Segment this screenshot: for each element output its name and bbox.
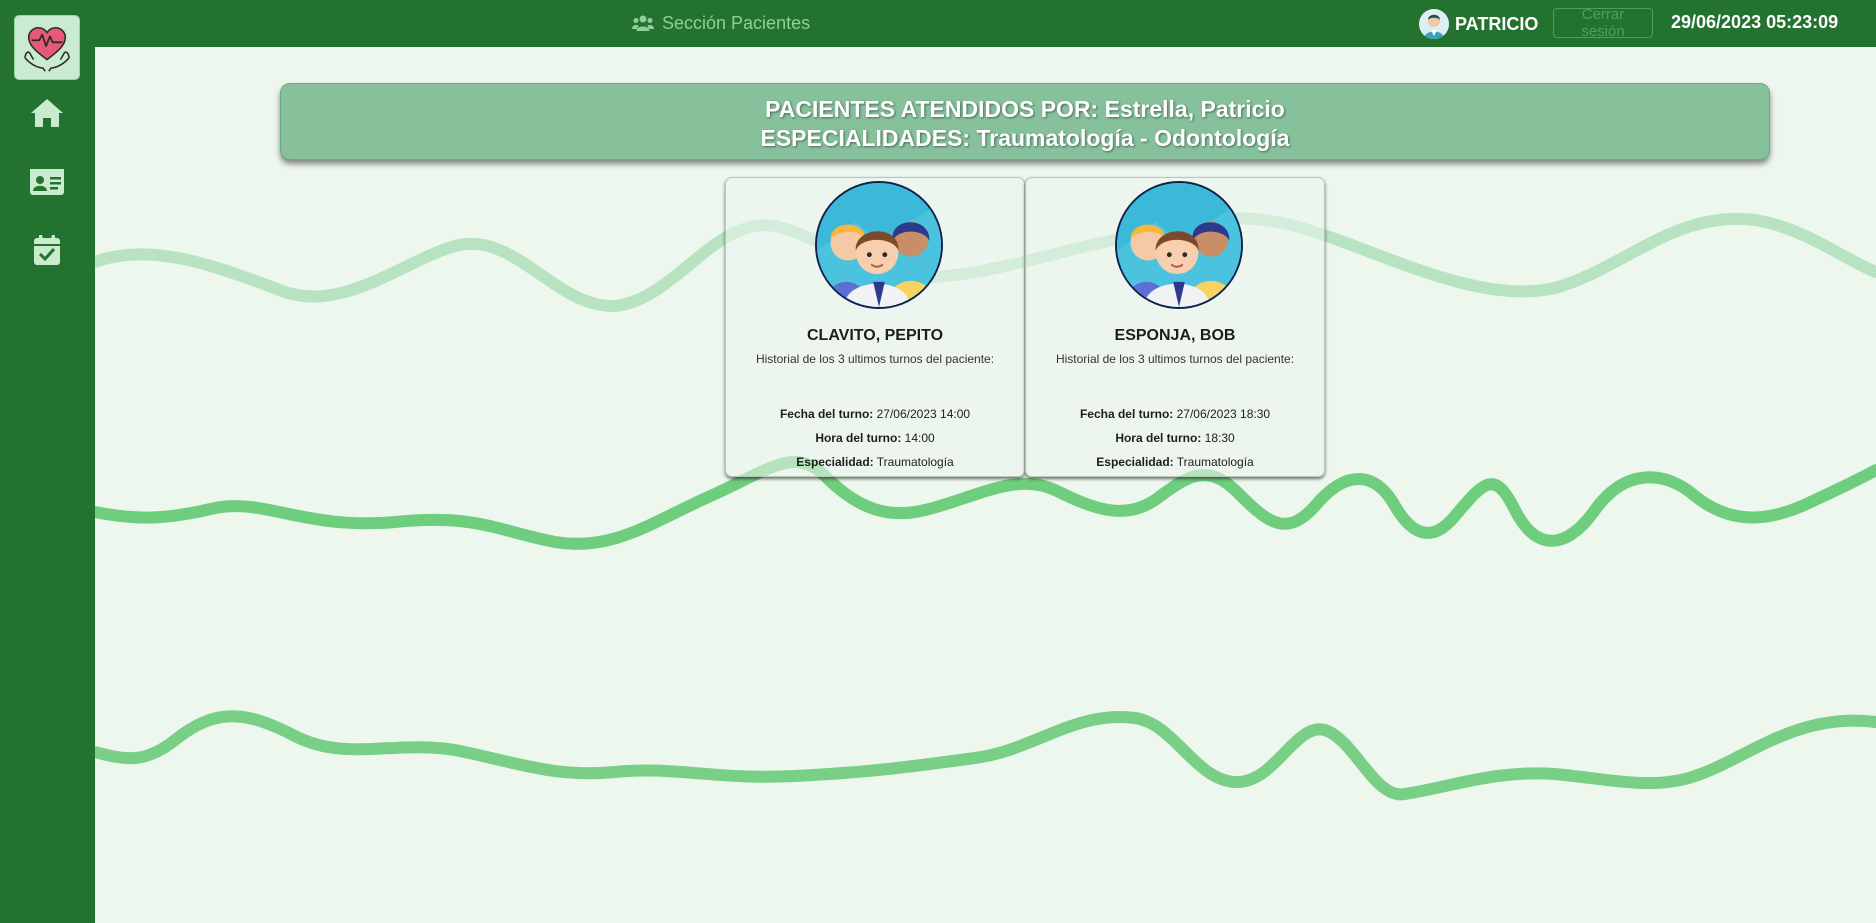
users-icon (632, 15, 654, 31)
doctor-header-card: PACIENTES ATENDIDOS POR: Estrella, Patri… (280, 83, 1770, 160)
heart-hands-logo-icon[interactable] (14, 15, 80, 80)
appointment-time: Hora del turno: 14:00 (726, 431, 1024, 445)
patient-name: CLAVITO, PEPITO (806, 327, 944, 344)
user-info: PATRICIO (1419, 8, 1538, 40)
date-label: Fecha del turno: (779, 407, 874, 421)
time-label: Hora del turno: (1115, 431, 1202, 445)
user-name: PATRICIO (1455, 13, 1539, 34)
section-title: Sección Pacientes (632, 12, 810, 34)
time-label: Hora del turno: (815, 431, 902, 445)
patient-name: ESPONJA, BOB (1114, 327, 1236, 344)
id-card-icon[interactable] (29, 166, 65, 198)
appointment-specialty: Especialidad: Traumatología (1026, 455, 1324, 469)
specialty-label: Especialidad: (1096, 455, 1174, 469)
date-value: 27/06/2023 14:00 (876, 407, 971, 421)
section-label: Sección Pacientes (662, 12, 811, 33)
specialty-label: Especialidad: (796, 455, 874, 469)
appointment-date: Fecha del turno: 27/06/2023 18:30 (1026, 407, 1324, 421)
wave-low (95, 710, 1876, 801)
time-value: 14:00 (904, 431, 935, 445)
time-value: 18:30 (1204, 431, 1235, 445)
current-datetime: 29/06/2023 05:23:09 (1671, 12, 1839, 32)
history-label: Historial de los 3 ultimos turnos del pa… (1055, 352, 1295, 366)
doctor-avatar-icon (1419, 9, 1449, 39)
top-navbar: Sección Pacientes PATRICIO Cerrar sesión… (0, 0, 1876, 47)
date-label: Fecha del turno: (1079, 407, 1174, 421)
appointment-specialty: Especialidad: Traumatología (726, 455, 1024, 469)
sidebar (0, 0, 95, 923)
specialty-value: Traumatología (1176, 455, 1254, 469)
calendar-check-icon[interactable] (29, 234, 65, 266)
home-icon[interactable] (29, 97, 65, 129)
specialties-title: ESPECIALIDADES: Traumatología - Odontolo… (760, 125, 1290, 151)
patient-card[interactable]: ESPONJA, BOB Historial de los 3 ultimos … (1025, 177, 1325, 477)
appointment-time: Hora del turno: 18:30 (1026, 431, 1324, 445)
specialty-value: Traumatología (876, 455, 954, 469)
patients-illustration-icon (1115, 181, 1243, 309)
patients-illustration-icon (815, 181, 943, 309)
patient-card[interactable]: CLAVITO, PEPITO Historial de los 3 ultim… (725, 177, 1025, 477)
logout-button[interactable]: Cerrar sesión (1553, 6, 1653, 40)
history-label: Historial de los 3 ultimos turnos del pa… (755, 352, 995, 366)
date-value: 27/06/2023 18:30 (1176, 407, 1271, 421)
doctor-title: PACIENTES ATENDIDOS POR: Estrella, Patri… (765, 96, 1285, 122)
appointment-date: Fecha del turno: 27/06/2023 14:00 (726, 407, 1024, 421)
